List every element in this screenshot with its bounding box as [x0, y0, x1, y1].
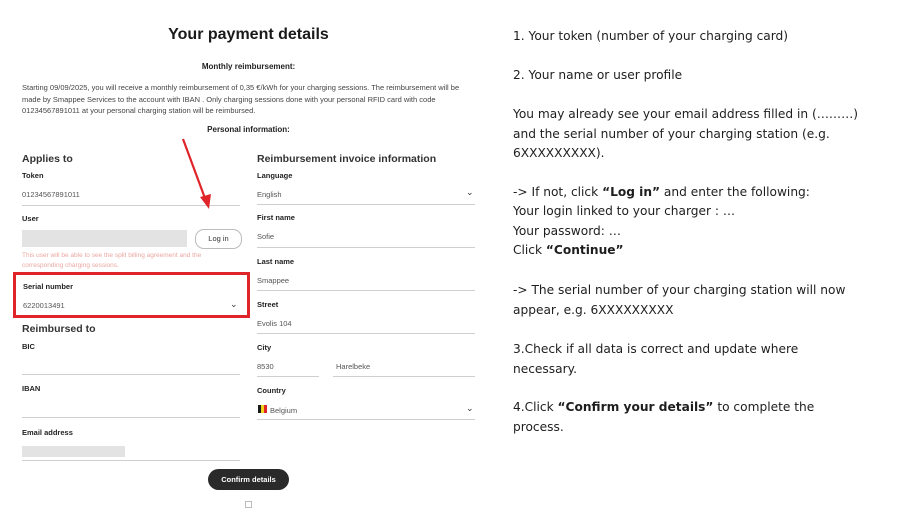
instruction-step-2: 2. Your name or user profile — [513, 68, 683, 82]
city-field[interactable]: Harelbeke — [336, 362, 370, 371]
postcode-underline — [257, 376, 319, 377]
street-label: Street — [257, 300, 279, 309]
iban-field[interactable] — [22, 417, 240, 418]
language-underline — [257, 204, 475, 205]
instruction-step-1: 1. Your token (number of your charging c… — [513, 29, 789, 43]
bic-field[interactable] — [22, 374, 240, 375]
serial-label: Serial number — [23, 282, 74, 291]
instruction-login-line: Your login linked to your charger : … — [513, 204, 736, 218]
login-button[interactable]: Log in — [195, 229, 242, 249]
last-name-underline — [257, 290, 475, 291]
language-label: Language — [257, 171, 293, 180]
applies-to-heading: Applies to — [22, 153, 73, 165]
email-underline — [22, 460, 240, 461]
confirm-details-button[interactable]: Confirm details — [208, 469, 289, 490]
token-value[interactable]: 01234567891011 — [22, 190, 80, 199]
invoice-heading: Reimbursement invoice information — [257, 153, 437, 165]
user-hint: This user will be able to see the split … — [22, 252, 202, 269]
user-field[interactable] — [22, 230, 187, 247]
chevron-down-icon[interactable]: ⌄ — [466, 404, 474, 413]
country-underline — [257, 419, 475, 420]
annotation-arrow-icon — [181, 138, 211, 209]
city-underline — [333, 376, 475, 377]
serial-highlight-box — [13, 272, 250, 318]
instruction-email-note: You may already see your email address f… — [513, 107, 859, 160]
user-label: User — [22, 214, 39, 223]
email-label: Email address — [22, 428, 73, 437]
token-label: Token — [22, 171, 44, 180]
instruction-serial-note: -> The serial number of your charging st… — [513, 283, 846, 317]
street-underline — [257, 333, 475, 334]
country-select[interactable]: Belgium — [270, 406, 297, 415]
monthly-text: Starting 09/09/2025, you will receive a … — [22, 83, 460, 115]
instruction-password-line: Your password: … — [513, 224, 621, 238]
bic-label: BIC — [22, 342, 35, 351]
reimbursed-to-heading: Reimbursed to — [22, 323, 96, 335]
instruction-if-not: -> If not, click “Log in” and enter the … — [513, 185, 810, 199]
first-name-underline — [257, 247, 475, 248]
last-name-label: Last name — [257, 257, 295, 266]
country-label: Country — [257, 386, 286, 395]
instruction-click-continue: Click “Continue” — [513, 243, 624, 257]
first-name-field[interactable]: Sofie — [257, 232, 274, 241]
iban-label: IBAN — [22, 384, 41, 393]
chevron-down-icon[interactable]: ⌄ — [466, 188, 474, 197]
instruction-step-4: 4.Click “Confirm your details” to comple… — [513, 400, 815, 434]
postcode-field[interactable]: 8530 — [257, 362, 274, 371]
belgium-flag-icon — [258, 405, 267, 413]
monthly-heading: Monthly reimbursement: — [201, 62, 296, 71]
instruction-step-3: 3.Check if all data is correct and updat… — [513, 342, 799, 376]
email-field[interactable] — [22, 446, 125, 457]
last-name-field[interactable]: Smappee — [257, 276, 289, 285]
street-field[interactable]: Evolis 104 — [257, 319, 292, 328]
page-title: Your payment details — [168, 26, 329, 43]
first-name-label: First name — [257, 213, 295, 222]
chevron-down-icon[interactable]: ⌄ — [230, 300, 238, 309]
scroll-indicator-icon — [245, 501, 252, 508]
serial-select[interactable]: 6220013491 — [23, 301, 65, 310]
city-label: City — [257, 343, 272, 352]
personal-heading: Personal information: — [207, 125, 290, 134]
language-select[interactable]: English — [257, 190, 282, 199]
